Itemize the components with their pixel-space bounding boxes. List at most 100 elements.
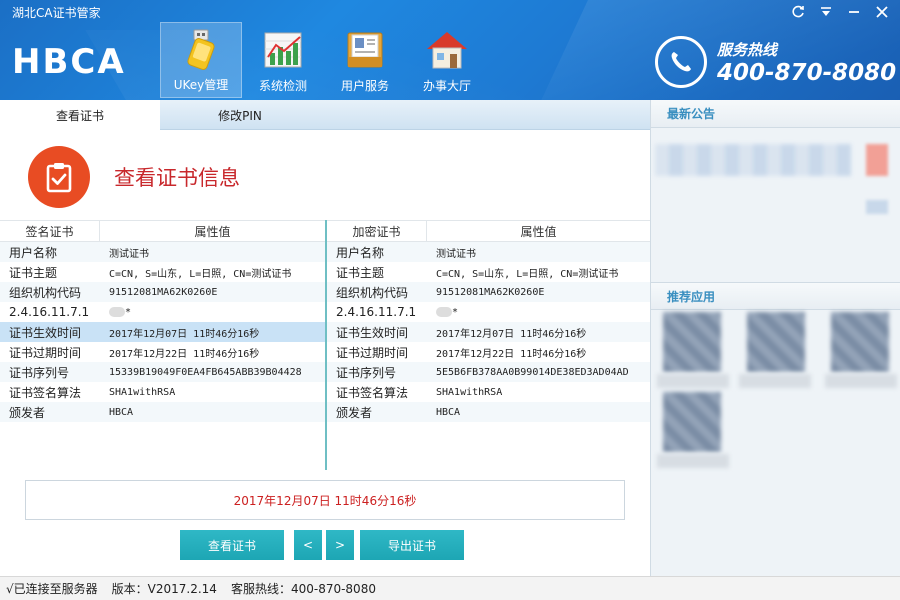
table-header: 签名证书 属性值 — [0, 220, 325, 242]
app-label-redacted — [657, 374, 729, 388]
property-name: 证书主题 — [336, 265, 385, 280]
nav-user-service[interactable]: 用户服务 — [324, 22, 406, 98]
app-tile-redacted[interactable] — [747, 312, 805, 372]
table-row[interactable]: 组织机构代码 91512081MA62K0260E — [327, 282, 650, 302]
property-value: * — [100, 306, 325, 318]
next-button[interactable]: > — [326, 530, 354, 560]
property-name: 2.4.16.11.7.1 — [336, 305, 417, 319]
property-value: 91512081MA62K0260E — [109, 286, 218, 298]
property-name: 组织机构代码 — [336, 285, 409, 300]
table-row[interactable]: 证书过期时间 2017年12月22日 11时46分16秒 — [327, 342, 650, 362]
property-value: C=CN, S=山东, L=日照, CN=测试证书 — [109, 268, 292, 280]
selected-value-box: 2017年12月07日 11时46分16秒 — [25, 480, 625, 520]
prev-button[interactable]: < — [294, 530, 322, 560]
property-name: 证书生效时间 — [9, 325, 82, 340]
property-name: 用户名称 — [336, 245, 385, 260]
property-value-text: * — [125, 306, 132, 318]
tab-change-pin[interactable]: 修改PIN — [160, 100, 320, 130]
usb-key-icon — [187, 29, 215, 70]
property-value: SHA1withRSA — [436, 386, 503, 398]
table-row-selected[interactable]: 证书生效时间 2017年12月07日 11时46分16秒 — [0, 322, 325, 342]
nav-ukey[interactable]: UKey管理 — [160, 22, 242, 98]
property-value: * — [427, 306, 650, 318]
property-value: 15339B19049F0EA4FB645ABB39B04428 — [109, 366, 302, 378]
clipboard-check-icon — [28, 146, 90, 208]
property-name: 证书序列号 — [9, 365, 70, 380]
news-item-redacted[interactable] — [866, 144, 888, 176]
app-tile-redacted[interactable] — [663, 392, 721, 452]
phone-icon — [655, 36, 707, 88]
close-icon[interactable] — [872, 2, 892, 22]
property-name: 证书生效时间 — [336, 325, 409, 340]
column-header: 属性值 — [194, 224, 231, 239]
table-row[interactable]: 证书生效时间 2017年12月07日 11时46分16秒 — [327, 322, 650, 342]
table-row[interactable]: 用户名称 测试证书 — [327, 242, 650, 262]
property-name: 证书序列号 — [336, 365, 397, 380]
table-row[interactable]: 证书签名算法 SHA1withRSA — [0, 382, 325, 402]
property-name: 证书主题 — [9, 265, 58, 280]
app-tile-redacted[interactable] — [831, 312, 889, 372]
connection-status: √已连接至服务器 — [6, 582, 98, 596]
minimize-icon[interactable] — [844, 2, 864, 22]
property-name: 证书签名算法 — [336, 385, 409, 400]
page-title: 查看证书信息 — [114, 166, 240, 190]
tab-view-cert[interactable]: 查看证书 — [0, 100, 160, 130]
column-header: 签名证书 — [0, 221, 100, 241]
menu-icon[interactable] — [816, 2, 836, 22]
table-row[interactable]: 证书过期时间 2017年12月22日 11时46分16秒 — [0, 342, 325, 362]
table-row[interactable]: 证书主题 C=CN, S=山东, L=日照, CN=测试证书 — [0, 262, 325, 282]
property-value: 2017年12月22日 11时46分16秒 — [109, 348, 260, 360]
property-name: 2.4.16.11.7.1 — [9, 305, 90, 319]
table-row[interactable]: 证书签名算法 SHA1withRSA — [327, 382, 650, 402]
hotline-label: 服务热线 — [717, 40, 778, 59]
table-row[interactable]: 证书主题 C=CN, S=山东, L=日照, CN=测试证书 — [327, 262, 650, 282]
redacted-mask — [109, 306, 125, 317]
table-row[interactable]: 证书序列号 5E5B6FB378AA0B99014DE38ED3AD04AD — [327, 362, 650, 382]
refresh-icon[interactable] — [788, 2, 808, 22]
right-sidebar: 最新公告 推荐应用 — [650, 100, 900, 576]
app-label-redacted — [825, 374, 897, 388]
nav-system-check[interactable]: 系统检测 — [242, 22, 324, 98]
hotline-number: 400-870-8080 — [717, 59, 897, 86]
redacted-mask — [436, 306, 452, 317]
view-cert-button[interactable]: 查看证书 — [180, 530, 284, 560]
app-tile-redacted[interactable] — [663, 312, 721, 372]
property-value: 测试证书 — [436, 248, 476, 260]
table-row[interactable]: 证书序列号 15339B19049F0EA4FB645ABB39B04428 — [0, 362, 325, 382]
property-name: 颁发者 — [9, 405, 46, 420]
table-row[interactable]: 组织机构代码 91512081MA62K0260E — [0, 282, 325, 302]
apps-title: 推荐应用 — [651, 282, 900, 310]
nav-service-hall-label: 办事大厅 — [422, 79, 471, 93]
property-name: 证书过期时间 — [9, 345, 82, 360]
property-value: HBCA — [109, 406, 134, 418]
table-row[interactable]: 颁发者 HBCA — [0, 402, 325, 422]
property-name: 证书过期时间 — [336, 345, 409, 360]
tab-bar: 查看证书 修改PIN — [0, 100, 650, 130]
property-name: 组织机构代码 — [9, 285, 82, 300]
property-value: 2017年12月07日 11时46分16秒 — [109, 328, 260, 340]
export-cert-button[interactable]: 导出证书 — [360, 530, 464, 560]
property-value: 测试证书 — [109, 248, 149, 260]
table-row[interactable]: 用户名称 测试证书 — [0, 242, 325, 262]
property-value: 5E5B6FB378AA0B99014DE38ED3AD04AD — [436, 366, 629, 378]
enc-cert-table: 加密证书 属性值 用户名称 测试证书 证书主题 C=CN, S=山东, L=日照, … — [325, 220, 650, 470]
property-name: 颁发者 — [336, 405, 373, 420]
news-item-redacted[interactable] — [866, 200, 888, 214]
nav-ukey-label: UKey管理 — [173, 78, 229, 92]
news-item-redacted[interactable] — [655, 144, 851, 176]
app-label-redacted — [657, 454, 729, 468]
nav-service-hall[interactable]: 办事大厅 — [406, 22, 488, 98]
chart-icon — [264, 32, 302, 68]
news-title: 最新公告 — [651, 100, 900, 128]
table-row[interactable]: 2.4.16.11.7.1 * — [0, 302, 325, 322]
table-row[interactable]: 2.4.16.11.7.1 * — [327, 302, 650, 322]
house-icon — [427, 32, 467, 69]
property-value-text: * — [452, 306, 459, 318]
version-text: 版本：V2017.2.14 — [111, 582, 217, 596]
window-controls — [788, 2, 892, 22]
column-header: 加密证书 — [327, 221, 427, 241]
table-row[interactable]: 颁发者 HBCA — [327, 402, 650, 422]
cert-header: 查看证书信息 — [28, 146, 240, 208]
property-value: SHA1withRSA — [109, 386, 176, 398]
property-value: 2017年12月07日 11时46分16秒 — [436, 328, 587, 340]
